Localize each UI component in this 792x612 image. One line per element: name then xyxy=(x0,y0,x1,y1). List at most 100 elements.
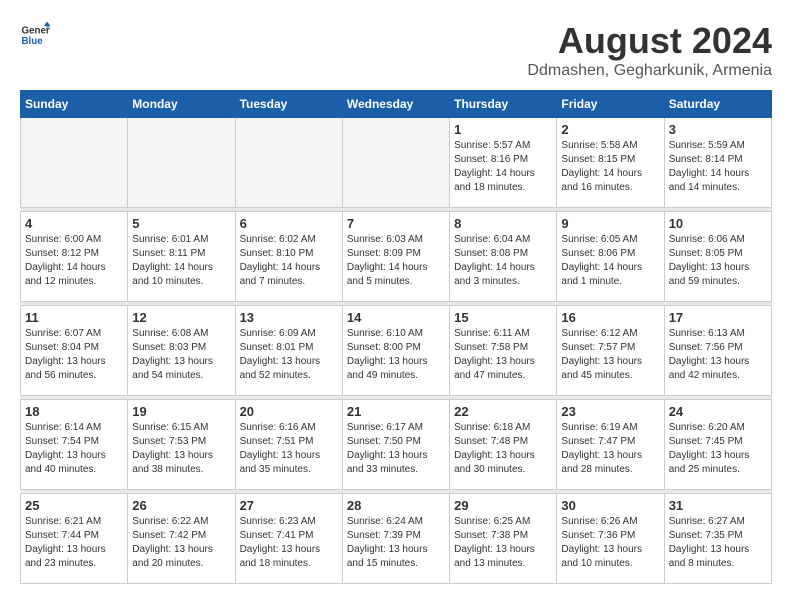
logo: General Blue xyxy=(20,20,50,50)
day-info: Sunrise: 6:22 AMSunset: 7:42 PMDaylight:… xyxy=(132,515,230,571)
day-info: Sunrise: 6:24 AMSunset: 7:39 PMDaylight:… xyxy=(347,515,445,571)
day-info: Sunrise: 6:16 AMSunset: 7:51 PMDaylight:… xyxy=(240,421,338,477)
calendar-week-row: 25 Sunrise: 6:21 AMSunset: 7:44 PMDayligh… xyxy=(21,494,772,584)
day-number: 10 xyxy=(669,216,767,231)
day-number: 13 xyxy=(240,310,338,325)
day-info: Sunrise: 5:57 AMSunset: 8:16 PMDaylight:… xyxy=(454,139,552,195)
day-number: 8 xyxy=(454,216,552,231)
subtitle: Ddmashen, Gegharkunik, Armenia xyxy=(527,62,772,80)
day-info: Sunrise: 6:07 AMSunset: 8:04 PMDaylight:… xyxy=(25,327,123,383)
day-info: Sunrise: 6:25 AMSunset: 7:38 PMDaylight:… xyxy=(454,515,552,571)
day-info: Sunrise: 5:58 AMSunset: 8:15 PMDaylight:… xyxy=(561,139,659,195)
table-row: 14 Sunrise: 6:10 AMSunset: 8:00 PMDayligh… xyxy=(342,306,449,396)
day-number: 30 xyxy=(561,498,659,513)
table-row: 22 Sunrise: 6:18 AMSunset: 7:48 PMDayligh… xyxy=(450,400,557,490)
table-row: 24Sunrise: 6:20 AMSunset: 7:45 PMDayligh… xyxy=(664,400,771,490)
day-info: Sunrise: 6:23 AMSunset: 7:41 PMDaylight:… xyxy=(240,515,338,571)
table-row: 31 Sunrise: 6:27 AMSunset: 7:35 PMDayligh… xyxy=(664,494,771,584)
col-tuesday: Tuesday xyxy=(235,91,342,118)
table-row: 27Sunrise: 6:23 AMSunset: 7:41 PMDayligh… xyxy=(235,494,342,584)
day-info: Sunrise: 6:18 AMSunset: 7:48 PMDaylight:… xyxy=(454,421,552,477)
table-row: 15 Sunrise: 6:11 AMSunset: 7:58 PMDayligh… xyxy=(450,306,557,396)
day-number: 6 xyxy=(240,216,338,231)
table-row: 18 Sunrise: 6:14 AMSunset: 7:54 PMDayligh… xyxy=(21,400,128,490)
svg-text:Blue: Blue xyxy=(22,36,44,47)
day-info: Sunrise: 6:21 AMSunset: 7:44 PMDaylight:… xyxy=(25,515,123,571)
table-row xyxy=(342,118,449,208)
day-info: Sunrise: 6:12 AMSunset: 7:57 PMDaylight:… xyxy=(561,327,659,383)
table-row: 11Sunrise: 6:07 AMSunset: 8:04 PMDayligh… xyxy=(21,306,128,396)
col-monday: Monday xyxy=(128,91,235,118)
day-number: 15 xyxy=(454,310,552,325)
col-saturday: Saturday xyxy=(664,91,771,118)
table-row: 16 Sunrise: 6:12 AMSunset: 7:57 PMDayligh… xyxy=(557,306,664,396)
day-info: Sunrise: 6:02 AMSunset: 8:10 PMDaylight:… xyxy=(240,233,338,289)
calendar-week-row: 18 Sunrise: 6:14 AMSunset: 7:54 PMDayligh… xyxy=(21,400,772,490)
calendar-table: Sunday Monday Tuesday Wednesday Thursday… xyxy=(20,90,772,584)
col-thursday: Thursday xyxy=(450,91,557,118)
col-friday: Friday xyxy=(557,91,664,118)
day-info: Sunrise: 6:09 AMSunset: 8:01 PMDaylight:… xyxy=(240,327,338,383)
day-info: Sunrise: 6:17 AMSunset: 7:50 PMDaylight:… xyxy=(347,421,445,477)
day-info: Sunrise: 6:11 AMSunset: 7:58 PMDaylight:… xyxy=(454,327,552,383)
calendar-week-row: 11Sunrise: 6:07 AMSunset: 8:04 PMDayligh… xyxy=(21,306,772,396)
day-number: 18 xyxy=(25,404,123,419)
day-info: Sunrise: 6:27 AMSunset: 7:35 PMDaylight:… xyxy=(669,515,767,571)
day-number: 17 xyxy=(669,310,767,325)
col-sunday: Sunday xyxy=(21,91,128,118)
table-row: 6 Sunrise: 6:02 AMSunset: 8:10 PMDaylight… xyxy=(235,212,342,302)
col-wednesday: Wednesday xyxy=(342,91,449,118)
table-row: 26 Sunrise: 6:22 AMSunset: 7:42 PMDayligh… xyxy=(128,494,235,584)
day-info: Sunrise: 6:01 AMSunset: 8:11 PMDaylight:… xyxy=(132,233,230,289)
day-number: 25 xyxy=(25,498,123,513)
day-number: 22 xyxy=(454,404,552,419)
table-row: 21 Sunrise: 6:17 AMSunset: 7:50 PMDayligh… xyxy=(342,400,449,490)
logo-icon: General Blue xyxy=(20,20,50,50)
day-info: Sunrise: 6:08 AMSunset: 8:03 PMDaylight:… xyxy=(132,327,230,383)
main-title: August 2024 xyxy=(527,20,772,62)
day-number: 14 xyxy=(347,310,445,325)
calendar-week-row: 4 Sunrise: 6:00 AMSunset: 8:12 PMDaylight… xyxy=(21,212,772,302)
table-row: 30 Sunrise: 6:26 AMSunset: 7:36 PMDayligh… xyxy=(557,494,664,584)
day-info: Sunrise: 6:15 AMSunset: 7:53 PMDaylight:… xyxy=(132,421,230,477)
day-number: 1 xyxy=(454,122,552,137)
table-row: 7Sunrise: 6:03 AMSunset: 8:09 PMDaylight… xyxy=(342,212,449,302)
day-info: Sunrise: 6:14 AMSunset: 7:54 PMDaylight:… xyxy=(25,421,123,477)
day-info: Sunrise: 6:04 AMSunset: 8:08 PMDaylight:… xyxy=(454,233,552,289)
day-number: 20 xyxy=(240,404,338,419)
table-row: 10Sunrise: 6:06 AMSunset: 8:05 PMDayligh… xyxy=(664,212,771,302)
day-number: 12 xyxy=(132,310,230,325)
table-row: 8 Sunrise: 6:04 AMSunset: 8:08 PMDaylight… xyxy=(450,212,557,302)
day-number: 16 xyxy=(561,310,659,325)
page-header: General Blue August 2024 Ddmashen, Gegha… xyxy=(20,20,772,80)
table-row: 17Sunrise: 6:13 AMSunset: 7:56 PMDayligh… xyxy=(664,306,771,396)
table-row: 20 Sunrise: 6:16 AMSunset: 7:51 PMDayligh… xyxy=(235,400,342,490)
day-number: 23 xyxy=(561,404,659,419)
day-info: Sunrise: 6:20 AMSunset: 7:45 PMDaylight:… xyxy=(669,421,767,477)
day-number: 31 xyxy=(669,498,767,513)
table-row: 12 Sunrise: 6:08 AMSunset: 8:03 PMDayligh… xyxy=(128,306,235,396)
table-row: 3 Sunrise: 5:59 AMSunset: 8:14 PMDaylight… xyxy=(664,118,771,208)
table-row: 29 Sunrise: 6:25 AMSunset: 7:38 PMDayligh… xyxy=(450,494,557,584)
table-row: 5 Sunrise: 6:01 AMSunset: 8:11 PMDaylight… xyxy=(128,212,235,302)
day-number: 29 xyxy=(454,498,552,513)
day-number: 26 xyxy=(132,498,230,513)
day-number: 5 xyxy=(132,216,230,231)
day-info: Sunrise: 6:00 AMSunset: 8:12 PMDaylight:… xyxy=(25,233,123,289)
table-row: 1 Sunrise: 5:57 AMSunset: 8:16 PMDaylight… xyxy=(450,118,557,208)
table-row: 9 Sunrise: 6:05 AMSunset: 8:06 PMDaylight… xyxy=(557,212,664,302)
day-number: 3 xyxy=(669,122,767,137)
day-number: 9 xyxy=(561,216,659,231)
table-row xyxy=(21,118,128,208)
day-number: 2 xyxy=(561,122,659,137)
day-number: 21 xyxy=(347,404,445,419)
day-info: Sunrise: 6:10 AMSunset: 8:00 PMDaylight:… xyxy=(347,327,445,383)
day-info: Sunrise: 6:05 AMSunset: 8:06 PMDaylight:… xyxy=(561,233,659,289)
day-info: Sunrise: 5:59 AMSunset: 8:14 PMDaylight:… xyxy=(669,139,767,195)
day-info: Sunrise: 6:03 AMSunset: 8:09 PMDaylight:… xyxy=(347,233,445,289)
day-number: 28 xyxy=(347,498,445,513)
day-number: 4 xyxy=(25,216,123,231)
day-info: Sunrise: 6:26 AMSunset: 7:36 PMDaylight:… xyxy=(561,515,659,571)
svg-text:General: General xyxy=(22,26,51,37)
table-row: 13 Sunrise: 6:09 AMSunset: 8:01 PMDayligh… xyxy=(235,306,342,396)
